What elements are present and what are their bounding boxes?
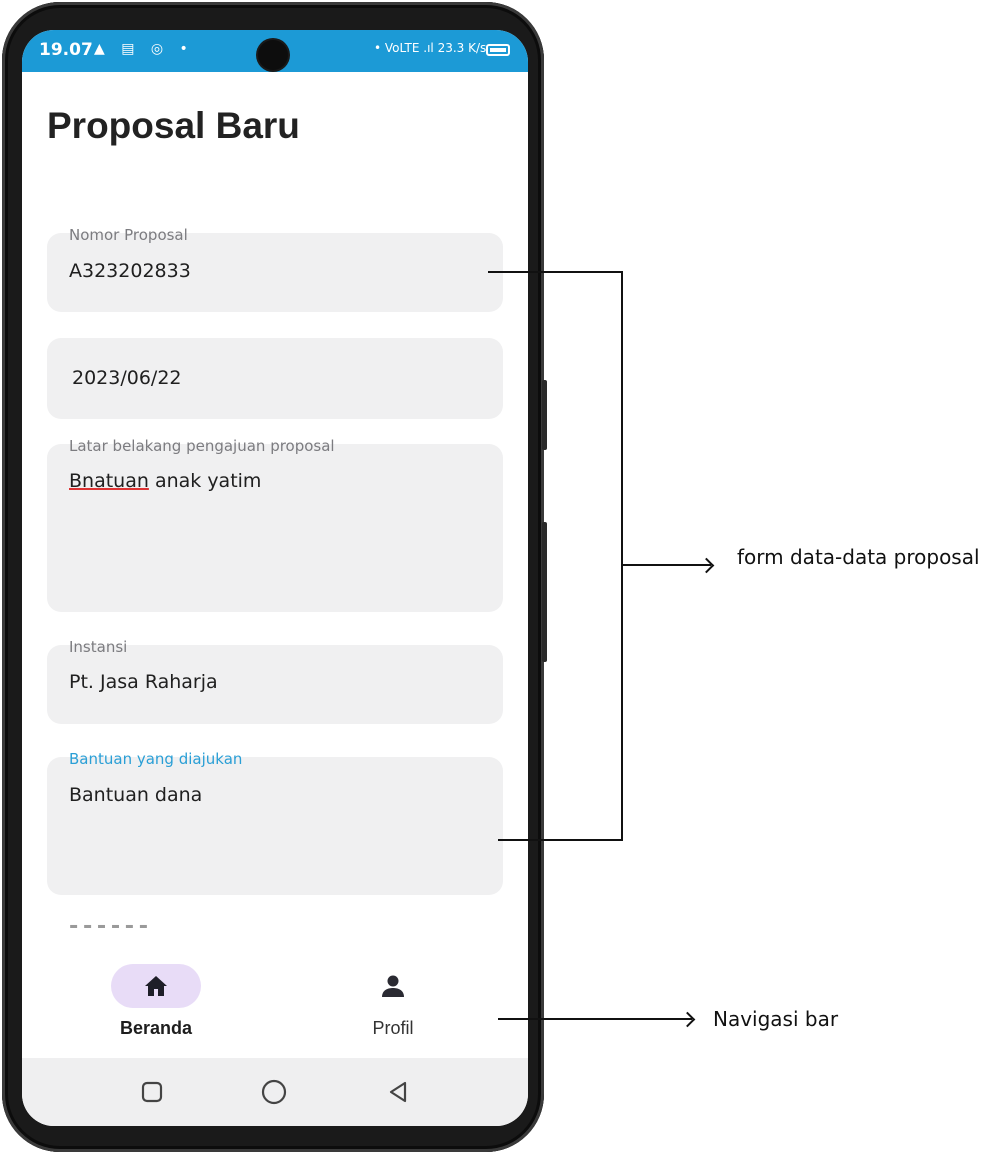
annotation-nav-arrowhead — [679, 1011, 696, 1028]
tanggal-value: 2023/06/22 — [72, 367, 182, 389]
annotation-nav-label: Navigasi bar — [713, 1007, 839, 1031]
annotation-bracket-top — [488, 271, 623, 273]
annotation-bracket-vertical — [621, 271, 623, 841]
circle-icon — [261, 1079, 287, 1105]
person-icon — [382, 975, 404, 997]
annotation-form-label: form data-data proposal — [737, 545, 980, 569]
phone-screen: 19.07 ▲ ▤ ◎ • • VoLTE .ıl 23.3 K/s Propo… — [22, 30, 528, 1126]
misspelled-word: Bnatuan — [69, 470, 149, 492]
annotation-nav-arrow-line — [498, 1018, 692, 1020]
instansi-label: Instansi — [69, 638, 128, 656]
nav-item-profil[interactable]: Profil — [323, 964, 463, 1039]
status-bar: 19.07 ▲ ▤ ◎ • • VoLTE .ıl 23.3 K/s — [22, 30, 528, 72]
annotation-bracket-bottom — [498, 839, 623, 841]
nomor-proposal-value: A323202833 — [69, 260, 191, 282]
network-indicators: • VoLTE .ıl 23.3 K/s — [374, 41, 487, 55]
phone-frame: 19.07 ▲ ▤ ◎ • • VoLTE .ıl 23.3 K/s Propo… — [2, 2, 547, 1152]
annotation-form-arrowhead — [698, 557, 715, 574]
notification-icons: ▲ ▤ ◎ • — [94, 41, 194, 57]
nav-item-beranda[interactable]: Beranda — [86, 964, 226, 1039]
nav-label-beranda: Beranda — [119, 1018, 193, 1038]
power-button — [542, 522, 547, 662]
back-triangle-icon — [389, 1081, 407, 1103]
bantuan-label: Bantuan yang diajukan — [69, 750, 243, 768]
latar-belakang-field[interactable]: Latar belakang pengajuan proposal Bnatua… — [47, 437, 503, 612]
volume-button — [542, 380, 547, 450]
front-camera — [258, 40, 288, 70]
recents-button[interactable] — [138, 1078, 166, 1106]
latar-belakang-label: Latar belakang pengajuan proposal — [69, 437, 335, 455]
latar-belakang-rest: anak yatim — [148, 470, 262, 492]
latar-belakang-value: Bnatuan anak yatim — [69, 470, 261, 492]
square-icon — [141, 1081, 163, 1103]
bantuan-value: Bantuan dana — [69, 784, 203, 806]
home-button[interactable] — [260, 1078, 288, 1106]
nav-pill-profil — [348, 964, 438, 1008]
nomor-proposal-label: Nomor Proposal — [69, 226, 188, 244]
home-icon — [145, 976, 167, 996]
page-title: Proposal Baru — [47, 105, 300, 146]
back-button[interactable] — [384, 1078, 412, 1106]
status-time: 19.07 — [39, 40, 93, 60]
nav-pill-beranda — [111, 964, 201, 1008]
nav-label-profil: Profil — [372, 1018, 414, 1038]
bantuan-field[interactable]: Bantuan yang diajukan Bantuan dana — [47, 750, 503, 895]
instansi-value: Pt. Jasa Raharja — [69, 671, 218, 693]
next-field-label-cutoff: ▪ ▪ ▪ ▪ ▪ ▪ — [69, 920, 149, 928]
bottom-navigation: Beranda Profil — [22, 950, 528, 1058]
system-navigation — [22, 1058, 528, 1126]
battery-icon — [486, 44, 510, 56]
nomor-proposal-field[interactable]: Nomor Proposal A323202833 — [47, 226, 503, 312]
tanggal-field[interactable]: 2023/06/22 — [47, 338, 503, 419]
instansi-field[interactable]: Instansi Pt. Jasa Raharja — [47, 638, 503, 724]
